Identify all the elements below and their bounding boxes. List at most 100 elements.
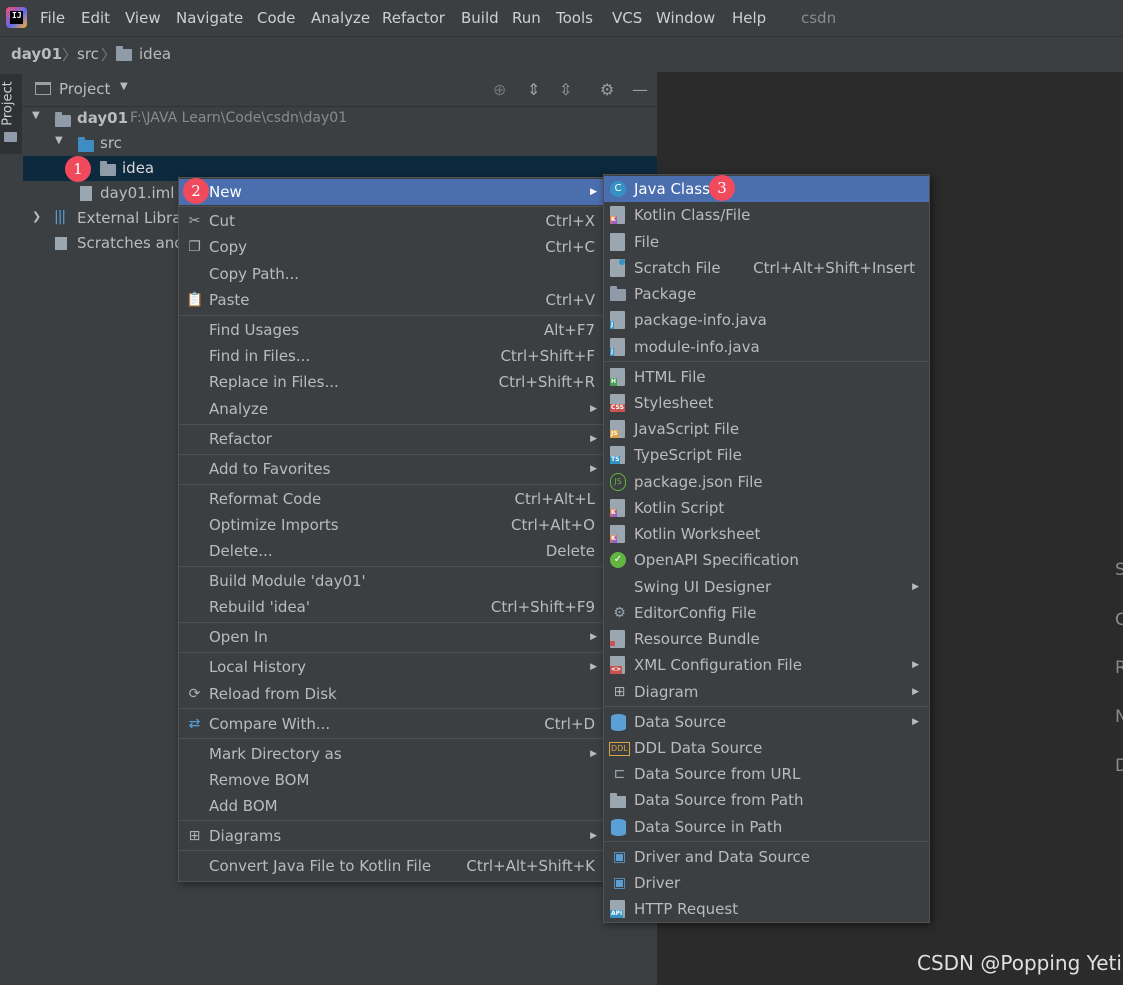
submenu-item-javascript-file[interactable]: JS JavaScript File	[604, 416, 929, 442]
menu-analyze[interactable]: Analyze	[311, 9, 370, 27]
menu-item-refactor[interactable]: Refactor ▶	[179, 426, 603, 452]
submenu-item-file[interactable]: File	[604, 229, 929, 255]
menu-item-compare-with[interactable]: ⇄ Compare With... Ctrl+D	[179, 711, 603, 737]
editor-hint-letter: S	[1115, 560, 1123, 580]
menu-build[interactable]: Build	[461, 9, 499, 27]
tree-external-libraries[interactable]: External Librar	[77, 209, 188, 227]
menu-item-mark-directory-as[interactable]: Mark Directory as ▶	[179, 741, 603, 767]
menu-item-add-bom[interactable]: Add BOM	[179, 793, 603, 819]
breadcrumb-idea[interactable]: idea	[139, 45, 171, 63]
breadcrumb-day01[interactable]: day01	[11, 45, 62, 63]
submenu-item-package-info[interactable]: J package-info.java	[604, 307, 929, 333]
submenu-item-swing-ui-designer[interactable]: Swing UI Designer ▶	[604, 574, 929, 600]
gear-icon[interactable]: ⚙	[600, 80, 614, 99]
submenu-item-driver-and-data-source[interactable]: ▣ Driver and Data Source	[604, 844, 929, 870]
menu-item-diagrams[interactable]: ⊞ Diagrams ▶	[179, 823, 603, 849]
menu-shortcut: Ctrl+Shift+F	[500, 347, 595, 365]
submenu-item-http-request[interactable]: API HTTP Request	[604, 896, 929, 922]
menu-item-cut[interactable]: ✂ Cut Ctrl+X	[179, 208, 603, 234]
submenu-item-java-class[interactable]: C Java Class	[604, 176, 929, 202]
menu-file[interactable]: File	[40, 9, 65, 27]
locate-icon[interactable]: ⊕	[493, 80, 506, 99]
submenu-item-ddl-data-source[interactable]: DDL DDL Data Source	[604, 735, 929, 761]
submenu-item-data-source-in-path[interactable]: Data Source in Path	[604, 814, 929, 840]
submenu-item-diagram[interactable]: ⊞ Diagram ▶	[604, 679, 929, 705]
menu-item-reformat-code[interactable]: Reformat Code Ctrl+Alt+L	[179, 486, 603, 512]
submenu-item-editorconfig[interactable]: ⚙ EditorConfig File	[604, 600, 929, 626]
tree-scratches[interactable]: Scratches and	[77, 234, 184, 252]
menu-refactor[interactable]: Refactor	[382, 9, 445, 27]
tree-src[interactable]: src	[100, 134, 122, 152]
submenu-item-package-json[interactable]: JS package.json File	[604, 469, 929, 495]
menu-item-add-to-favorites[interactable]: Add to Favorites ▶	[179, 456, 603, 482]
menu-item-copy[interactable]: ❐ Copy Ctrl+C	[179, 234, 603, 260]
menu-vcs[interactable]: VCS	[612, 9, 642, 27]
submenu-item-scratch-file[interactable]: Scratch File Ctrl+Alt+Shift+Insert	[604, 255, 929, 281]
submenu-item-typescript-file[interactable]: TS TypeScript File	[604, 442, 929, 468]
menu-item-remove-bom[interactable]: Remove BOM	[179, 767, 603, 793]
menu-item-find-in-files[interactable]: Find in Files... Ctrl+Shift+F	[179, 343, 603, 369]
menu-run[interactable]: Run	[512, 9, 541, 27]
nodejs-icon: JS	[610, 473, 626, 491]
menu-item-optimize-imports[interactable]: Optimize Imports Ctrl+Alt+O	[179, 512, 603, 538]
menu-divider	[179, 315, 603, 316]
minimize-icon[interactable]: —	[632, 80, 648, 99]
chevron-down-icon[interactable]: ▼	[32, 110, 40, 121]
submenu-item-kotlin-script[interactable]: K Kotlin Script	[604, 495, 929, 521]
project-tool-label: Project	[0, 81, 16, 126]
tree-idea[interactable]: idea	[122, 159, 154, 177]
submenu-item-data-source-url[interactable]: ⊏ Data Source from URL	[604, 761, 929, 787]
chevron-down-icon[interactable]: ▼	[120, 81, 128, 92]
menu-item-new[interactable]: New ▶	[179, 179, 603, 205]
menu-item-paste[interactable]: 📋 Paste Ctrl+V	[179, 287, 603, 313]
submenu-item-driver[interactable]: ▣ Driver	[604, 870, 929, 896]
ts-file-icon: TS	[610, 446, 625, 464]
menu-item-build-module[interactable]: Build Module 'day01'	[179, 568, 603, 594]
submenu-item-data-source[interactable]: Data Source ▶	[604, 709, 929, 735]
menu-item-reload-from-disk[interactable]: ⟳ Reload from Disk	[179, 681, 603, 707]
menu-item-rebuild[interactable]: Rebuild 'idea' Ctrl+Shift+F9	[179, 594, 603, 620]
submenu-item-openapi[interactable]: ✓ OpenAPI Specification	[604, 547, 929, 573]
submenu-item-resource-bundle[interactable]: Resource Bundle	[604, 626, 929, 652]
menu-item-replace-in-files[interactable]: Replace in Files... Ctrl+Shift+R	[179, 369, 603, 395]
menu-item-local-history[interactable]: Local History ▶	[179, 654, 603, 680]
menu-item-delete[interactable]: Delete... Delete	[179, 538, 603, 564]
menu-navigate[interactable]: Navigate	[176, 9, 243, 27]
menu-tools[interactable]: Tools	[556, 9, 593, 27]
tree-day01-iml[interactable]: day01.iml	[100, 184, 174, 202]
menu-item-open-in[interactable]: Open In ▶	[179, 624, 603, 650]
menu-view[interactable]: View	[125, 9, 161, 27]
menu-item-convert-to-kotlin[interactable]: Convert Java File to Kotlin File Ctrl+Al…	[179, 853, 603, 879]
menu-help[interactable]: Help	[732, 9, 766, 27]
database-icon	[611, 819, 626, 836]
menu-item-analyze[interactable]: Analyze ▶	[179, 396, 603, 422]
submenu-item-xml-config[interactable]: <> XML Configuration File ▶	[604, 652, 929, 678]
editor-hint-letter: D	[1115, 756, 1123, 776]
submenu-item-kotlin-worksheet[interactable]: K Kotlin Worksheet	[604, 521, 929, 547]
menu-divider	[604, 706, 929, 707]
menu-window[interactable]: Window	[656, 9, 715, 27]
menu-code[interactable]: Code	[257, 9, 295, 27]
menu-edit[interactable]: Edit	[81, 9, 110, 27]
submenu-item-module-info[interactable]: J module-info.java	[604, 334, 929, 360]
submenu-item-html-file[interactable]: H HTML File	[604, 364, 929, 390]
tree-root-day01[interactable]: day01	[77, 109, 128, 127]
submenu-item-kotlin-class[interactable]: K Kotlin Class/File	[604, 202, 929, 228]
chevron-down-icon[interactable]: ▼	[55, 135, 63, 146]
menu-item-find-usages[interactable]: Find Usages Alt+F7	[179, 317, 603, 343]
submenu-item-data-source-path[interactable]: Data Source from Path	[604, 787, 929, 813]
submenu-item-stylesheet[interactable]: CSS Stylesheet	[604, 390, 929, 416]
collapse-all-icon[interactable]: ⇳	[559, 80, 572, 99]
submenu-item-label: Data Source from URL	[634, 765, 801, 783]
submenu-item-package[interactable]: Package	[604, 281, 929, 307]
menu-item-label: Convert Java File to Kotlin File	[209, 857, 432, 875]
breadcrumb-src[interactable]: src	[77, 45, 99, 63]
submenu-item-label: Kotlin Script	[634, 499, 725, 517]
chevron-right-icon[interactable]: ❯	[32, 210, 41, 223]
expand-all-icon[interactable]: ⇕	[527, 80, 540, 99]
menu-item-label: Add to Favorites	[209, 460, 331, 478]
menu-item-copy-path[interactable]: Copy Path...	[179, 261, 603, 287]
submenu-arrow-icon: ▶	[590, 464, 597, 474]
submenu-arrow-icon: ▶	[590, 187, 597, 197]
project-view-title[interactable]: Project	[59, 80, 110, 98]
